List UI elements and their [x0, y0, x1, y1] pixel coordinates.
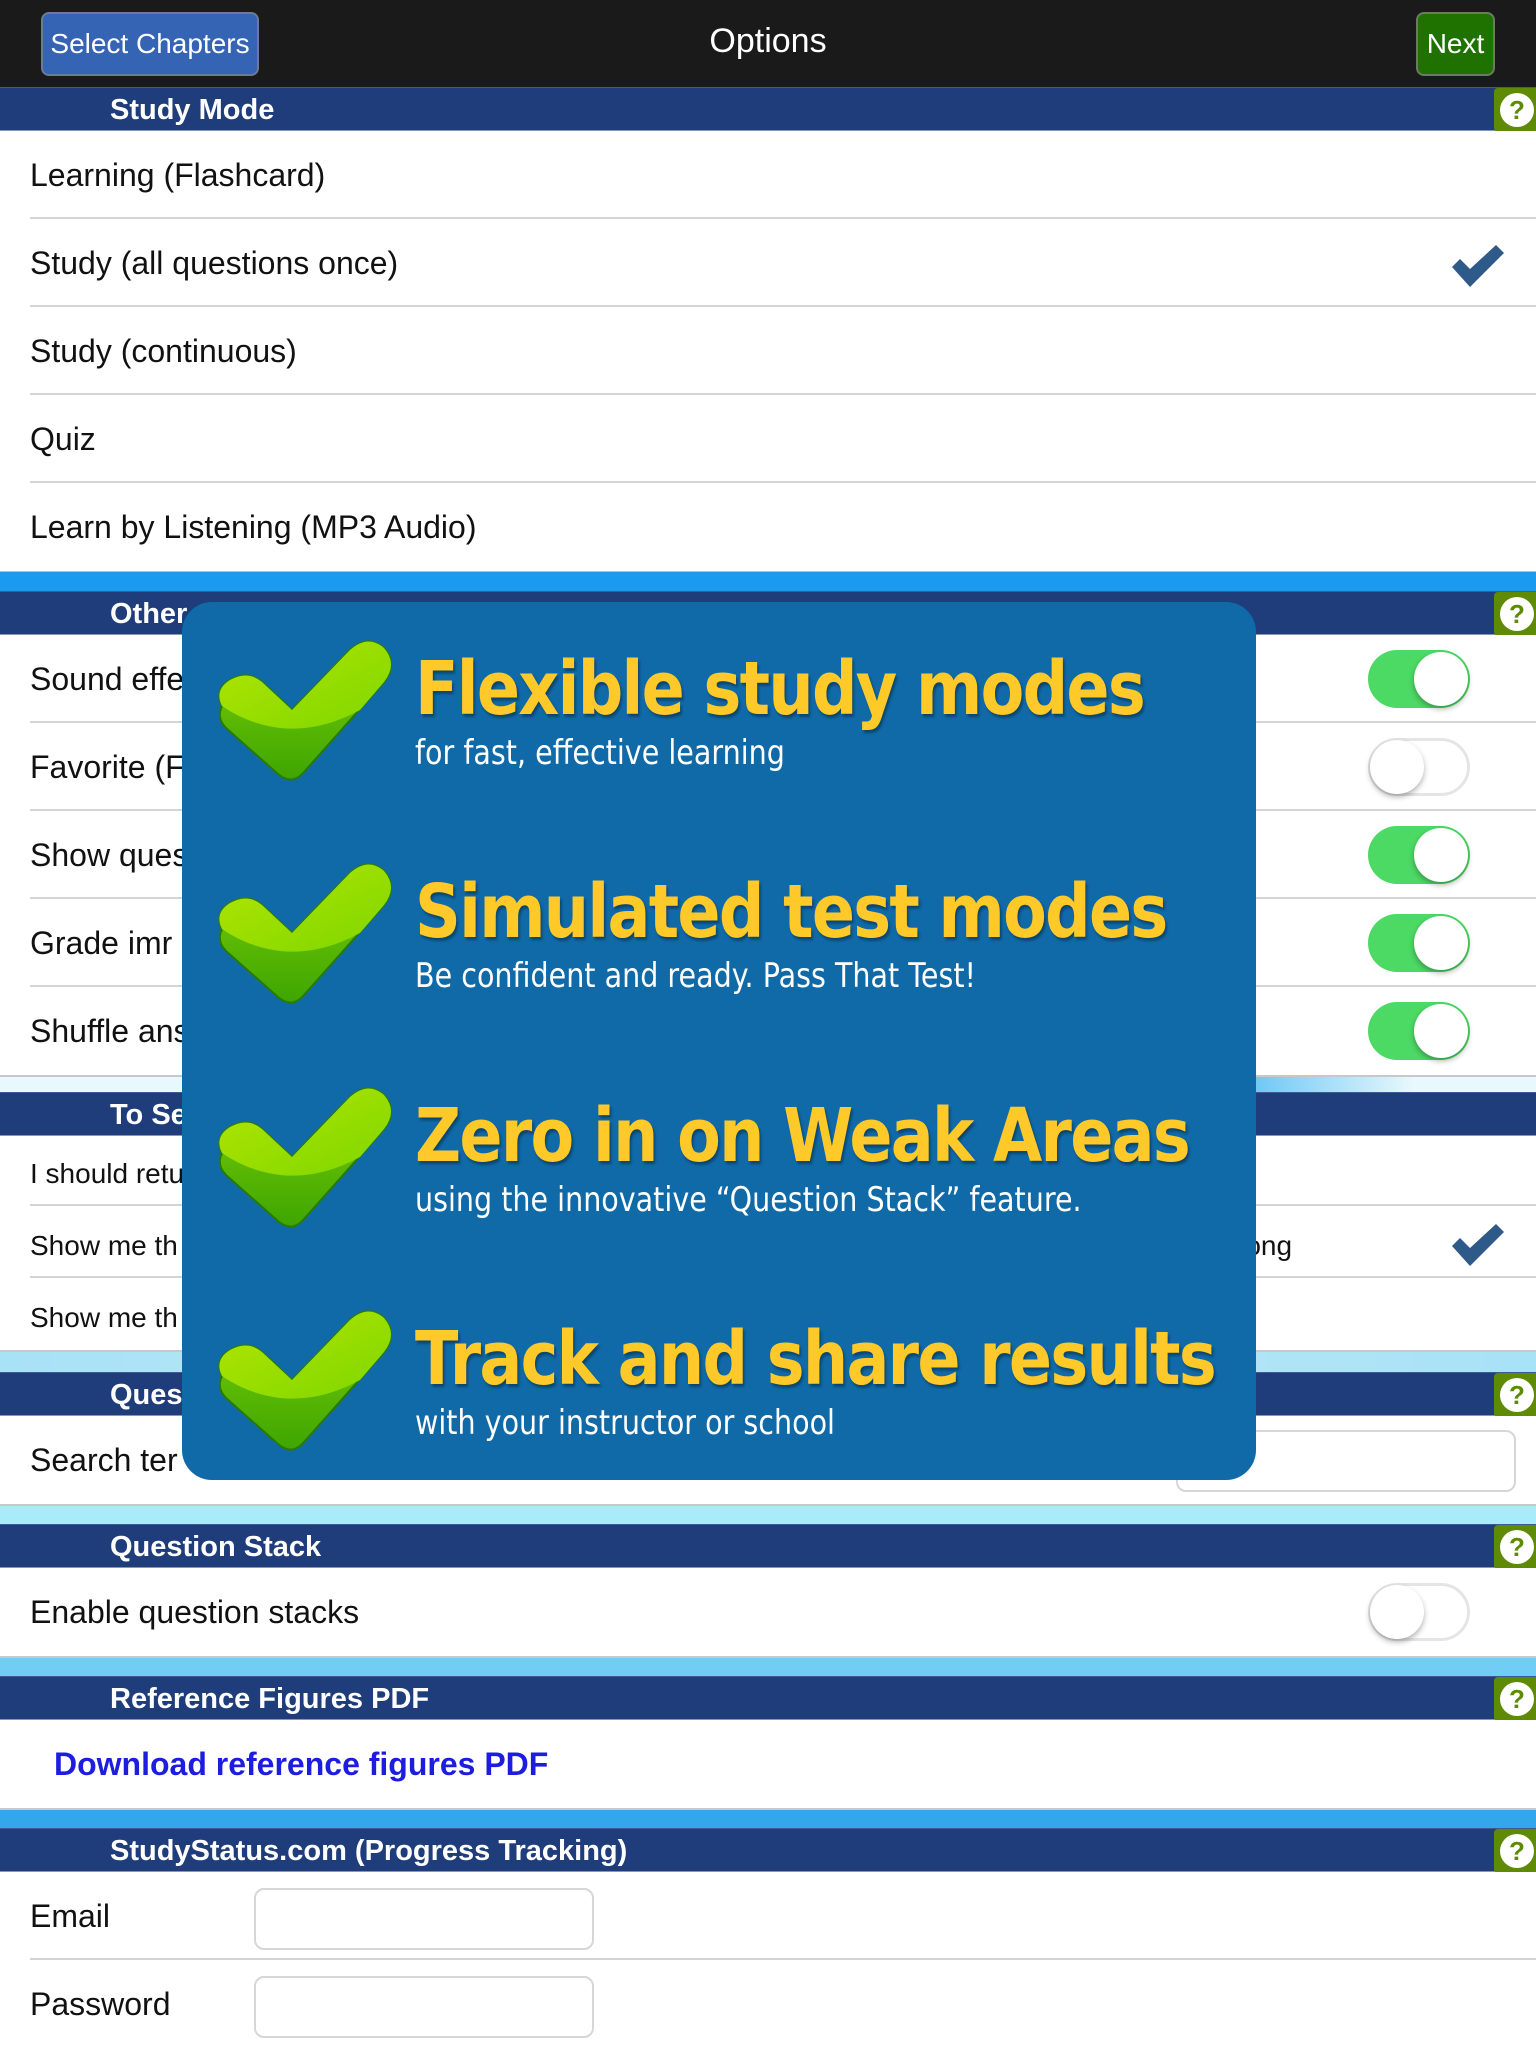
- feature-item: Flexible study modes for fast, effective…: [182, 616, 1256, 816]
- feature-title: Flexible study modes: [415, 646, 1146, 732]
- study-mode-option[interactable]: Study (all questions once): [0, 219, 1536, 307]
- green-checkmark-icon: [218, 1087, 392, 1228]
- setting-label: Grade imr: [30, 925, 173, 961]
- section-header-study-mode: Study Mode ?: [0, 87, 1536, 132]
- option-label: Study (all questions once): [30, 245, 399, 281]
- section-title: Other: [110, 598, 188, 630]
- question-mark-icon: ?: [1500, 1682, 1534, 1716]
- favorite-toggle[interactable]: [1368, 738, 1470, 796]
- question-mark-icon: ?: [1500, 1834, 1534, 1868]
- section-separator: [0, 1656, 1536, 1676]
- checkmark-icon: [1452, 245, 1504, 287]
- setting-label: Show ques: [30, 837, 189, 873]
- section-header-question-stack: Question Stack ?: [0, 1524, 1536, 1569]
- toggle-knob: [1370, 1585, 1424, 1639]
- option-label: I should retu: [30, 1158, 185, 1189]
- green-checkmark-icon: [218, 1310, 392, 1451]
- study-mode-option[interactable]: Quiz: [0, 395, 1536, 483]
- question-mark-icon: ?: [1500, 1530, 1534, 1564]
- navigation-bar: Options Select Chapters Next: [0, 0, 1536, 87]
- setting-label: Sound effe: [30, 661, 185, 697]
- setting-row: Enable question stacks: [0, 1568, 1536, 1656]
- option-label: Show me th: [30, 1302, 178, 1333]
- feature-title: Track and share results: [415, 1316, 1217, 1402]
- shuffle-answers-toggle[interactable]: [1368, 1002, 1470, 1060]
- next-button[interactable]: Next: [1416, 12, 1495, 76]
- feature-subtitle: using the innovative “Question Stack” fe…: [415, 1180, 1082, 1220]
- select-chapters-button[interactable]: Select Chapters: [41, 12, 259, 76]
- toggle-knob: [1414, 652, 1468, 706]
- password-input[interactable]: [254, 1976, 594, 2038]
- option-label: Learning (Flashcard): [30, 157, 326, 193]
- question-mark-icon: ?: [1500, 597, 1534, 631]
- email-label: Email: [30, 1898, 111, 1934]
- email-input[interactable]: [254, 1888, 594, 1950]
- section-header-reference: Reference Figures PDF ?: [0, 1676, 1536, 1721]
- feature-subtitle: for fast, effective learning: [415, 733, 785, 773]
- green-checkmark-icon: [218, 640, 392, 781]
- help-button[interactable]: ?: [1494, 1373, 1536, 1417]
- help-button[interactable]: ?: [1494, 1829, 1536, 1873]
- section-title: To Se: [110, 1099, 187, 1131]
- toggle-knob: [1414, 828, 1468, 882]
- section-header-studystatus: StudyStatus.com (Progress Tracking) ?: [0, 1828, 1536, 1873]
- feature-subtitle: with your instructor or school: [415, 1403, 835, 1443]
- password-row: Password: [0, 1960, 1536, 2048]
- feature-subtitle: Be confident and ready. Pass That Test!: [415, 956, 977, 996]
- option-label: Study (continuous): [30, 333, 297, 369]
- section-separator: [0, 571, 1536, 591]
- option-label: Quiz: [30, 421, 96, 457]
- toggle-knob: [1370, 740, 1424, 794]
- email-row: Email: [0, 1872, 1536, 1960]
- help-button[interactable]: ?: [1494, 1677, 1536, 1721]
- enable-question-stacks-toggle[interactable]: [1368, 1583, 1470, 1641]
- section-separator: [0, 1504, 1536, 1524]
- section-title: Ques: [110, 1379, 183, 1411]
- setting-label: Enable question stacks: [30, 1594, 360, 1630]
- question-mark-icon: ?: [1500, 93, 1534, 127]
- section-title: Study Mode: [110, 94, 275, 126]
- help-button[interactable]: ?: [1494, 88, 1536, 132]
- feature-item: Track and share results with your instru…: [182, 1286, 1256, 1480]
- study-mode-option[interactable]: Learn by Listening (MP3 Audio): [0, 483, 1536, 571]
- show-question-toggle[interactable]: [1368, 826, 1470, 884]
- link-row: Download reference figures PDF: [0, 1720, 1536, 1808]
- question-mark-icon: ?: [1500, 1378, 1534, 1412]
- help-button[interactable]: ?: [1494, 592, 1536, 636]
- section-title: StudyStatus.com (Progress Tracking): [110, 1835, 628, 1867]
- toggle-knob: [1414, 916, 1468, 970]
- section-title: Reference Figures PDF: [110, 1683, 430, 1715]
- feature-item: Simulated test modes Be confident and re…: [182, 839, 1256, 1039]
- option-label: Learn by Listening (MP3 Audio): [30, 509, 477, 545]
- feature-title: Zero in on Weak Areas: [415, 1093, 1191, 1179]
- checkmark-icon: [1452, 1224, 1504, 1266]
- password-label: Password: [30, 1986, 171, 2022]
- setting-label: Favorite (F: [30, 749, 185, 785]
- feature-item: Zero in on Weak Areas using the innovati…: [182, 1063, 1256, 1263]
- sound-effects-toggle[interactable]: [1368, 650, 1470, 708]
- setting-label: Shuffle ans: [30, 1013, 190, 1049]
- grade-immediately-toggle[interactable]: [1368, 914, 1470, 972]
- help-button[interactable]: ?: [1494, 1525, 1536, 1569]
- green-checkmark-icon: [218, 863, 392, 1004]
- study-mode-option[interactable]: Learning (Flashcard): [0, 131, 1536, 219]
- section-separator: [0, 1808, 1536, 1828]
- feature-title: Simulated test modes: [415, 869, 1168, 955]
- option-label: Show me th: [30, 1230, 178, 1261]
- search-label: Search ter: [30, 1442, 178, 1478]
- toggle-knob: [1414, 1004, 1468, 1058]
- study-mode-option[interactable]: Study (continuous): [0, 307, 1536, 395]
- feature-promo-overlay: Flexible study modes for fast, effective…: [182, 602, 1256, 1480]
- section-title: Question Stack: [110, 1531, 322, 1563]
- download-reference-pdf-link[interactable]: Download reference figures PDF: [54, 1746, 548, 1783]
